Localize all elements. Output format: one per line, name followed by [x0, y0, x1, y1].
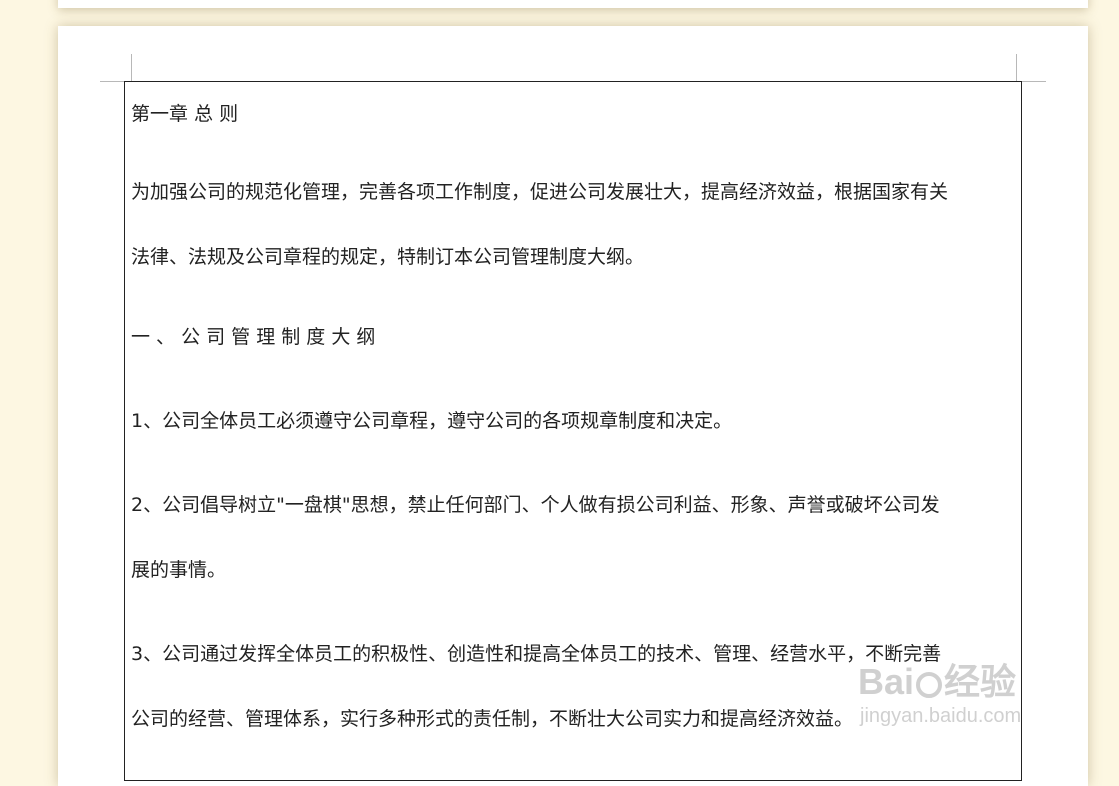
item-1-paragraph: 1、公司全体员工必须遵守公司章程，遵守公司的各项规章制度和决定。 [131, 389, 1019, 454]
document-body[interactable]: 第一章 总 则 为加强公司的规范化管理，完善各项工作制度，促进公司发展壮大，提高… [131, 95, 1019, 752]
margin-mark-top-left-vertical [131, 54, 132, 81]
intro-line-2: 法律、法规及公司章程的规定，特制订本公司管理制度大纲。 [131, 246, 645, 268]
margin-mark-top-right-vertical [1016, 54, 1017, 81]
section-heading-text: 一 、 公 司 管 理 制 度 大 纲 [131, 326, 376, 348]
item-3-line-2: 公司的经营、管理体系，实行多种形式的责任制，不断壮大公司实力和提高经济效益。 [131, 708, 854, 730]
margin-mark-top-left-horizontal [100, 81, 124, 82]
previous-page-edge [58, 0, 1088, 8]
item-2-line-1: 2、公司倡导树立"一盘棋"思想，禁止任何部门、个人做有损公司利益、形象、声誉或破… [131, 494, 940, 516]
item-1-line-1: 1、公司全体员工必须遵守公司章程，遵守公司的各项规章制度和决定。 [131, 410, 733, 432]
item-3-paragraph: 3、公司通过发挥全体员工的积极性、创造性和提高全体员工的技术、管理、经营水平，不… [131, 622, 1019, 752]
item-3-line-1: 3、公司通过发挥全体员工的积极性、创造性和提高全体员工的技术、管理、经营水平，不… [131, 643, 942, 665]
intro-paragraph: 为加强公司的规范化管理，完善各项工作制度，促进公司发展壮大，提高经济效益，根据国… [131, 160, 1019, 290]
section-heading: 一 、 公 司 管 理 制 度 大 纲 [131, 305, 1019, 370]
item-2-paragraph: 2、公司倡导树立"一盘棋"思想，禁止任何部门、个人做有损公司利益、形象、声誉或破… [131, 473, 1019, 603]
item-2-line-2: 展的事情。 [131, 559, 227, 581]
chapter-title: 第一章 总 则 [131, 103, 239, 125]
margin-mark-top-right-horizontal [1022, 81, 1046, 82]
intro-line-1: 为加强公司的规范化管理，完善各项工作制度，促进公司发展壮大，提高经济效益，根据国… [131, 181, 949, 203]
